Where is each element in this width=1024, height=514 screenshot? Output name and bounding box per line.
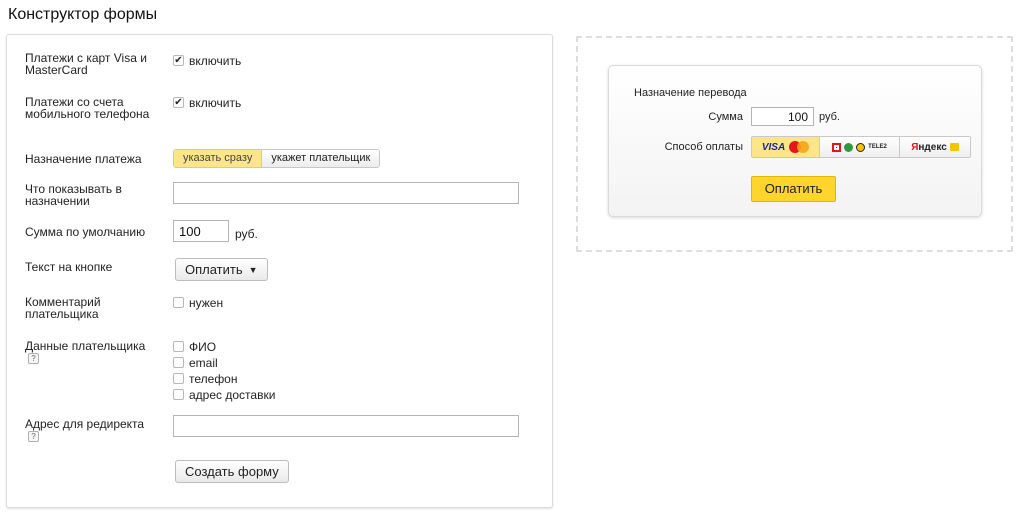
help-icon[interactable]: ? [28, 431, 39, 443]
preview-method-label: Способ оплаты [664, 141, 743, 153]
purpose-label: Назначение платежа [25, 152, 142, 166]
mobile-payments-checkbox[interactable]: ✔ включить [173, 95, 241, 111]
beeline-logo [856, 142, 866, 152]
chevron-down-icon: ▼ [248, 265, 258, 275]
purpose-option-payer[interactable]: укажет плательщик [262, 150, 380, 167]
preview-sum-input[interactable] [751, 107, 814, 126]
default-sum-label: Сумма по умолчанию [25, 225, 146, 239]
preview-pay-button[interactable]: Оплатить [751, 176, 836, 202]
button-text-label: Текст на кнопке [25, 260, 113, 274]
mobile-payments-label: Платежи со счета мобильного телефона [25, 95, 150, 121]
shown-in-purpose-input[interactable] [173, 182, 519, 204]
default-sum-input[interactable] [173, 220, 229, 242]
page-title: Конструктор формы [8, 6, 158, 23]
preview-payment-form: Назначение перевода Сумма руб. Способ оп… [608, 65, 982, 217]
purpose-option-now[interactable]: указать сразу [174, 150, 263, 167]
check-icon: ✔ [173, 97, 184, 109]
payer-data-phone-checkbox[interactable]: телефон [173, 371, 275, 387]
card-payments-checkbox[interactable]: ✔ включить [173, 53, 241, 69]
form-builder-panel: Платежи с карт Visa и MasterCard ✔ включи… [6, 34, 553, 508]
redirect-input[interactable] [173, 415, 519, 437]
method-card[interactable]: VISA [752, 137, 820, 157]
mts-logo [832, 142, 842, 152]
mastercard-logo [789, 141, 810, 153]
check-icon: ✔ [173, 55, 184, 67]
preview-area: Назначение перевода Сумма руб. Способ оп… [576, 36, 1013, 252]
visa-logo: VISA [761, 141, 786, 153]
payment-method-selector: VISA TELE2 Яндекс [751, 136, 971, 158]
preview-sum-unit: руб. [819, 111, 840, 123]
help-icon[interactable]: ? [28, 353, 39, 365]
wallet-icon [949, 143, 959, 151]
tele2-logo: TELE2 [868, 144, 887, 150]
card-payments-label: Платежи с карт Visa и MasterCard [25, 51, 147, 77]
payer-data-email-checkbox[interactable]: email [173, 355, 275, 371]
create-form-button[interactable]: Создать форму [175, 460, 289, 483]
payer-data-address-checkbox[interactable]: адрес доставки [173, 387, 275, 403]
method-yandex-money[interactable]: Яндекс [900, 137, 970, 157]
default-sum-unit: руб. [235, 227, 258, 241]
button-text-select[interactable]: Оплатить ▼ [175, 258, 268, 281]
yandex-logo: Яндекс [911, 141, 947, 153]
payer-data-fio-checkbox[interactable]: ФИО [173, 339, 275, 355]
megafon-logo [844, 142, 854, 152]
redirect-label: Адрес для редиректа? [25, 417, 145, 443]
preview-sum-label: Сумма [708, 111, 743, 123]
payer-comment-label: Комментарий плательщика [25, 295, 101, 321]
method-mobile[interactable]: TELE2 [820, 137, 900, 157]
shown-in-purpose-label: Что показывать в назначении [25, 182, 122, 208]
payer-data-label: Данные плательщика? [25, 339, 146, 365]
purpose-segmented-control: указать сразу укажет плательщик [173, 149, 381, 168]
payer-comment-checkbox[interactable]: нужен [173, 295, 223, 311]
preview-purpose-label: Назначение перевода [634, 87, 747, 99]
